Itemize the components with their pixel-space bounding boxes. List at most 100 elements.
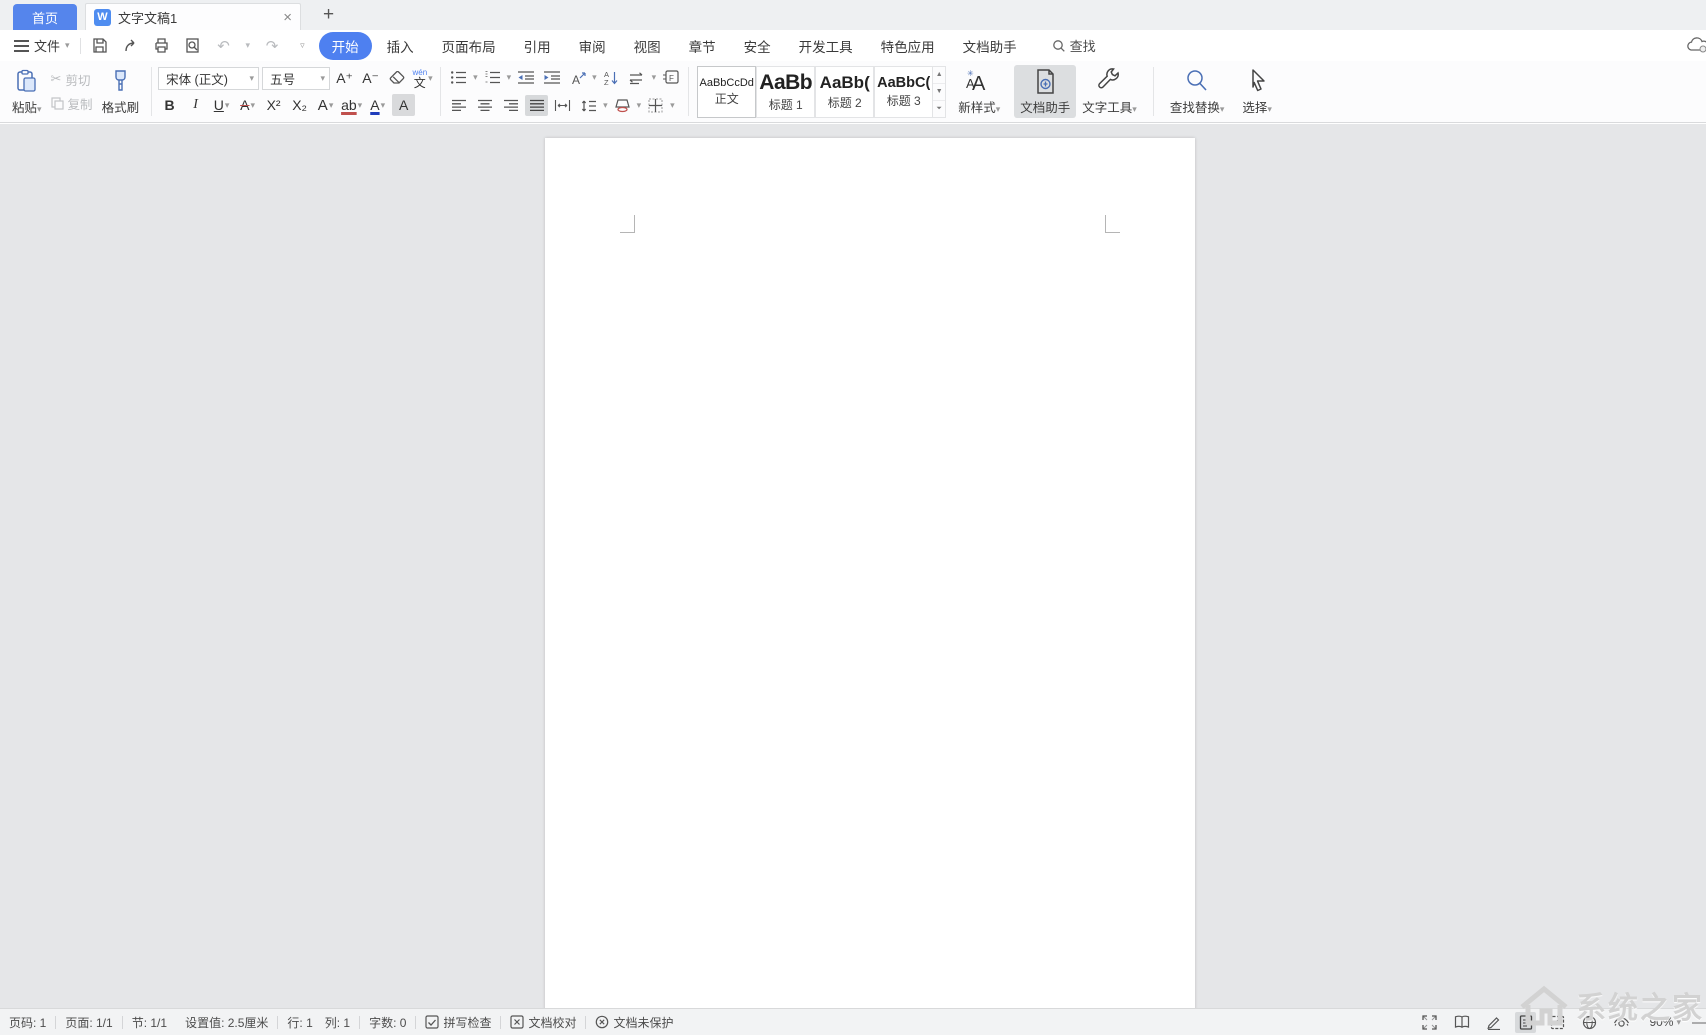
search-button[interactable]: 查找 [1052, 36, 1096, 55]
highlight-color-button[interactable]: ab▾ [340, 94, 363, 116]
gallery-scroll-up-icon[interactable]: ▲ [933, 67, 945, 84]
phonetic-guide-button[interactable]: wén文 ▾ [411, 68, 434, 90]
menu-tab-home[interactable]: 开始 [319, 32, 372, 60]
shading-chevron-icon[interactable]: ▾ [637, 100, 642, 111]
clear-format-button[interactable] [385, 68, 408, 89]
redo-icon[interactable]: ↷ [263, 37, 281, 55]
strikethrough-button[interactable]: A▾ [236, 94, 259, 116]
menu-tab-references[interactable]: 引用 [511, 32, 564, 60]
menu-tab-developer[interactable]: 开发工具 [786, 32, 866, 60]
line-spacing-chevron-icon[interactable]: ▾ [603, 100, 608, 111]
web-layout-button[interactable] [1579, 1012, 1600, 1033]
borders-chevron-icon[interactable]: ▾ [670, 100, 675, 111]
menu-tab-view[interactable]: 视图 [621, 32, 674, 60]
menu-tab-page-layout[interactable]: 页面布局 [429, 32, 509, 60]
file-menu[interactable]: 文件 ▾ [14, 36, 70, 55]
text-effects-button[interactable]: A▾ [314, 94, 337, 116]
format-painter-icon [108, 68, 133, 94]
page-view-button[interactable] [1515, 1012, 1536, 1033]
menu-tab-review[interactable]: 审阅 [566, 32, 619, 60]
shading-button[interactable] [611, 95, 634, 116]
align-center-button[interactable] [473, 95, 496, 116]
paragraph-layout-button[interactable]: F [659, 67, 682, 88]
shrink-font-button[interactable]: A⁻ [359, 68, 382, 90]
status-word-count[interactable]: 字数: 0 [360, 1014, 415, 1031]
align-right-button[interactable] [499, 95, 522, 116]
text-tools-button[interactable]: 文字工具▾ [1076, 65, 1143, 118]
bullet-list-button[interactable] [447, 67, 470, 88]
find-replace-button[interactable]: 查找替换▾ [1164, 65, 1231, 118]
text-direction-button[interactable]: A [566, 67, 589, 88]
fullscreen-view-button[interactable] [1419, 1012, 1440, 1033]
cloud-sync-icon[interactable] [1685, 35, 1706, 58]
fit-page-button[interactable] [1547, 1012, 1568, 1033]
menu-tab-doc-assistant[interactable]: 文档助手 [950, 32, 1030, 60]
print-preview-icon[interactable] [184, 37, 202, 55]
format-painter-label: 格式刷 [102, 97, 140, 116]
new-tab-button[interactable]: + [323, 4, 334, 30]
cut-button[interactable]: ✂ 剪切 [48, 69, 96, 90]
cjk-layout-button[interactable] [626, 67, 649, 88]
italic-button[interactable]: I [184, 94, 207, 116]
gallery-more-icon[interactable]: ⏷ [933, 101, 945, 117]
sort-button[interactable]: AZ [600, 67, 623, 88]
subscript-button[interactable]: X₂ [288, 94, 311, 116]
menu-tab-security[interactable]: 安全 [731, 32, 784, 60]
style-heading1[interactable]: AaBb 标题 1 [756, 66, 815, 118]
new-style-button[interactable]: A A ✳ 新样式▾ [952, 65, 1006, 118]
numbered-list-button[interactable] [481, 67, 504, 88]
cjk-layout-chevron-icon[interactable]: ▾ [652, 72, 657, 83]
menu-tab-insert[interactable]: 插入 [374, 32, 427, 60]
menu-tab-special-apps[interactable]: 特色应用 [868, 32, 948, 60]
select-button[interactable]: 选择▾ [1236, 65, 1278, 118]
grow-font-button[interactable]: A⁺ [333, 68, 356, 90]
menu-tab-section[interactable]: 章节 [676, 32, 729, 60]
spell-check-toggle[interactable]: 拼写检查 [416, 1014, 500, 1031]
font-color-button[interactable]: A▾ [366, 94, 389, 116]
char-shading-button[interactable]: A [392, 94, 415, 116]
save-icon[interactable] [91, 37, 109, 55]
justify-button[interactable] [525, 95, 548, 116]
style-heading3[interactable]: AaBbC( 标题 3 [874, 66, 933, 118]
zoom-out-button[interactable]: — [1692, 1014, 1706, 1031]
zoom-level-select[interactable]: 90% ▾ [1649, 1015, 1681, 1029]
numbered-list-chevron-icon[interactable]: ▾ [507, 72, 512, 83]
copy-button[interactable]: 复制 [48, 93, 96, 114]
print-icon[interactable] [153, 37, 171, 55]
increase-indent-button[interactable] [540, 67, 563, 88]
protection-status[interactable]: 文档未保护 [586, 1014, 682, 1031]
proofread-toggle[interactable]: 文档校对 [501, 1014, 585, 1031]
gallery-scroll-down-icon[interactable]: ▼ [933, 84, 945, 101]
undo-icon[interactable]: ↶ [215, 37, 233, 55]
document-area[interactable] [0, 124, 1706, 1008]
bullet-list-chevron-icon[interactable]: ▾ [473, 72, 478, 83]
write-mode-button[interactable] [1483, 1012, 1504, 1033]
font-family-select[interactable]: 宋体 (正文) ▾ [158, 67, 259, 90]
export-icon[interactable] [122, 37, 140, 55]
style-heading2[interactable]: AaBb( 标题 2 [815, 66, 874, 118]
document-page[interactable] [545, 138, 1195, 1008]
bold-button[interactable]: B [158, 94, 181, 116]
borders-button[interactable] [644, 95, 667, 116]
doc-assistant-button[interactable]: 文档助手 [1014, 65, 1076, 118]
superscript-button[interactable]: X² [262, 94, 285, 116]
format-painter-button[interactable]: 格式刷 [96, 65, 146, 118]
customize-toolbar-icon[interactable]: ▿ [300, 40, 305, 51]
distribute-button[interactable] [551, 95, 574, 116]
font-size-select[interactable]: 五号 ▾ [262, 67, 330, 90]
style-normal[interactable]: AaBbCcDd 正文 [697, 66, 756, 118]
undo-chevron-icon[interactable]: ▾ [246, 40, 251, 51]
document-tab[interactable]: W 文字文稿1 × [85, 3, 301, 30]
align-left-button[interactable] [447, 95, 470, 116]
close-tab-icon[interactable]: × [283, 9, 292, 26]
decrease-indent-button[interactable] [514, 67, 537, 88]
paste-button[interactable]: 粘贴▾ [6, 65, 48, 118]
underline-button[interactable]: U▾ [210, 94, 233, 116]
svg-text:A: A [572, 73, 580, 86]
read-mode-button[interactable] [1451, 1012, 1472, 1033]
status-margin-setting: 设置值: 2.5厘米 [176, 1014, 277, 1031]
eye-protect-button[interactable] [1611, 1012, 1632, 1033]
home-tab[interactable]: 首页 [13, 4, 77, 30]
text-direction-chevron-icon[interactable]: ▾ [592, 72, 597, 83]
line-spacing-button[interactable] [577, 95, 600, 116]
